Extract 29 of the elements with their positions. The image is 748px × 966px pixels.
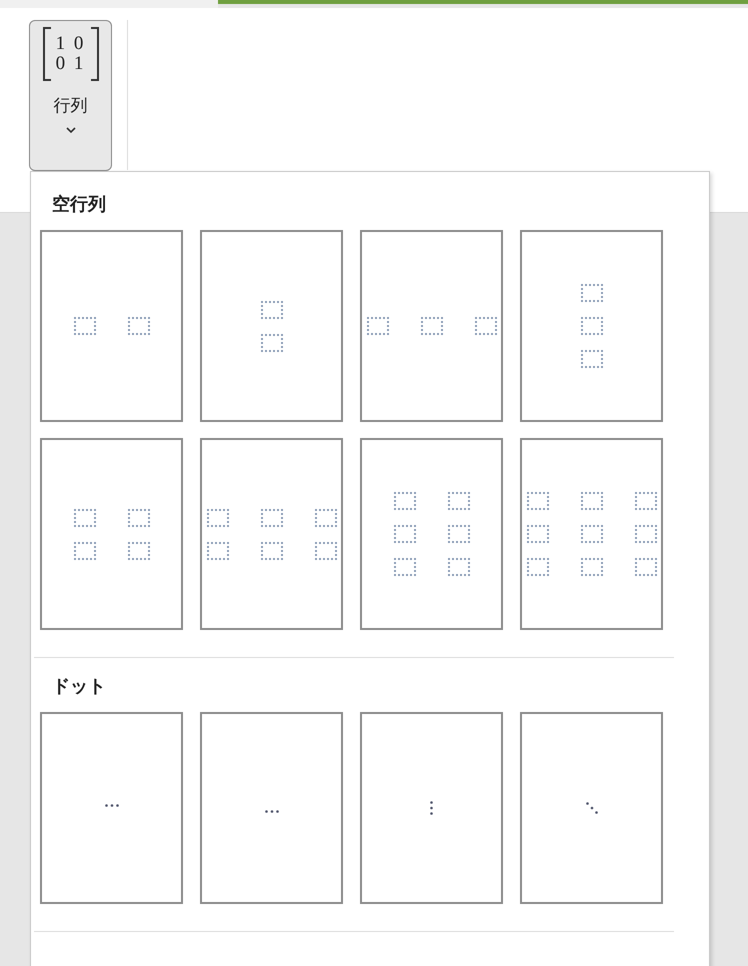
template-tile[interactable] <box>40 438 183 630</box>
placeholder-grid-icon <box>394 492 470 576</box>
placeholder-grid-icon <box>366 317 496 335</box>
template-tile[interactable] <box>520 438 663 630</box>
placeholder-grid-icon <box>526 492 656 576</box>
dots-icon <box>104 804 118 806</box>
placeholder-grid-icon <box>74 508 150 560</box>
template-tile[interactable] <box>520 230 663 422</box>
dots-icon <box>430 801 433 815</box>
placeholder-grid-icon <box>206 508 336 560</box>
placeholder-grid-icon <box>580 284 602 368</box>
placeholder-grid-icon <box>260 300 282 352</box>
matrix-icon: 1 0 0 1 <box>42 27 98 81</box>
dots-icon <box>586 802 598 814</box>
section-heading: ドット <box>52 675 107 698</box>
section-heading: 空行列 <box>52 193 107 216</box>
template-tile[interactable] <box>360 712 503 904</box>
dots-icon <box>264 810 278 812</box>
template-tile[interactable] <box>200 438 343 630</box>
template-tile[interactable] <box>200 712 343 904</box>
template-tile[interactable] <box>40 230 183 422</box>
template-tile[interactable] <box>360 438 503 630</box>
chevron-down-icon <box>66 126 76 134</box>
template-tile[interactable] <box>200 230 343 422</box>
template-tile[interactable] <box>360 230 503 422</box>
matrix-dropdown-button[interactable]: 1 0 0 1 行列 <box>29 20 112 171</box>
placeholder-grid-icon <box>74 317 150 335</box>
template-tile[interactable] <box>520 712 663 904</box>
template-tile[interactable] <box>40 712 183 904</box>
